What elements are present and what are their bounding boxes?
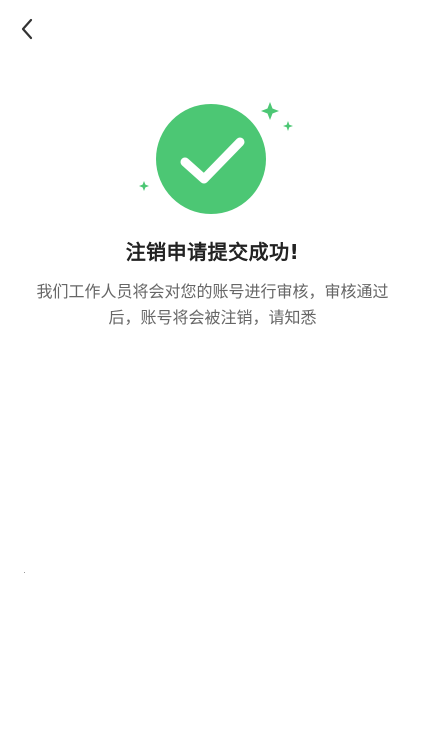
success-description: 我们工作人员将会对您的账号进行审核，审核通过后，账号将会被注销，请知悉 (36, 282, 389, 327)
sparkle-icon (139, 181, 149, 191)
sparkle-icon (261, 102, 279, 120)
sparkle-icon (283, 121, 293, 131)
back-button[interactable] (12, 14, 42, 44)
page: 注销申请提交成功! 我们工作人员将会对您的账号进行审核，审核通过后，账号将会被注… (0, 0, 425, 742)
check-circle-icon (156, 104, 266, 214)
divider-dot (24, 572, 25, 573)
chevron-left-icon (21, 18, 33, 40)
success-title: 注销申请提交成功! (125, 240, 300, 264)
success-illustration (139, 102, 293, 214)
